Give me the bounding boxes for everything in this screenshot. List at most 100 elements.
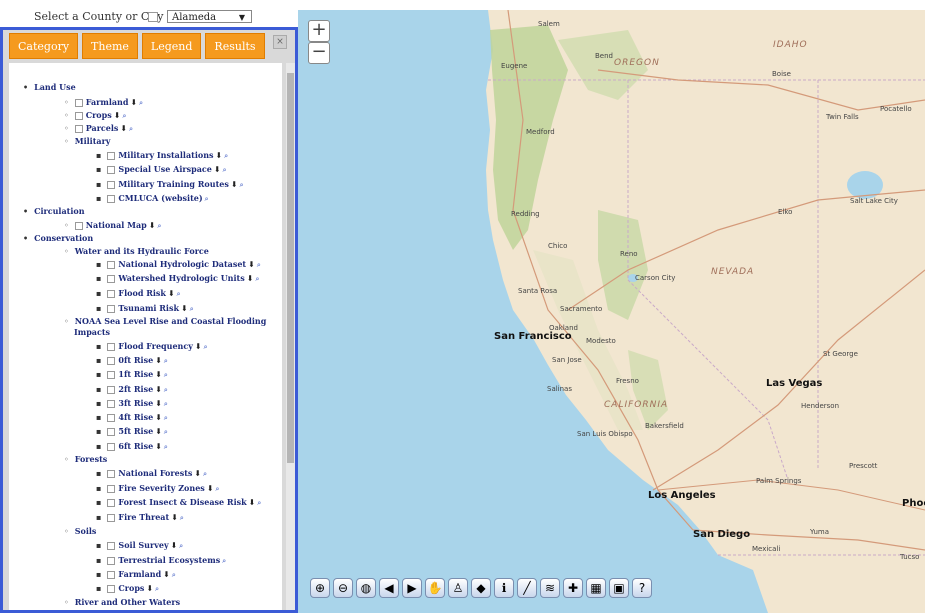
download-icon[interactable]: ⬇ [207, 483, 214, 493]
download-icon[interactable]: ⬇ [168, 288, 175, 298]
zoom-to-layer-icon[interactable]: ⌕ [216, 484, 220, 493]
download-icon[interactable]: ⬇ [248, 259, 255, 269]
download-icon[interactable]: ⬇ [171, 512, 178, 522]
add-icon[interactable]: ✚ [563, 578, 583, 598]
layer-checkbox[interactable] [107, 428, 116, 436]
layer-checkbox[interactable] [74, 125, 83, 133]
layer-checkbox[interactable] [107, 275, 116, 283]
zoom-to-layer-icon[interactable]: ⌕ [224, 151, 228, 160]
layer-item[interactable]: ▪ Flood Risk ⬇ ⌕ [96, 288, 181, 299]
save-icon[interactable]: ▣ [609, 578, 629, 598]
download-icon[interactable]: ⬇ [249, 497, 256, 507]
layer-checkbox[interactable] [107, 499, 116, 507]
layer-checkbox[interactable] [107, 166, 116, 174]
zoom-to-layer-icon[interactable]: ⌕ [190, 304, 194, 313]
layer-item[interactable]: ▪ Flood Frequency ⬇ ⌕ [96, 341, 208, 352]
layer-checkbox[interactable] [107, 485, 116, 493]
download-icon[interactable]: ⬇ [195, 341, 202, 351]
help-icon[interactable]: ? [632, 578, 652, 598]
tab-category[interactable]: Category [9, 33, 79, 59]
layer-item[interactable]: ▪ 5ft Rise ⬇ ⌕ [96, 426, 168, 437]
layer-checkbox[interactable] [107, 557, 116, 565]
zoom-to-layer-icon[interactable]: ⌕ [240, 180, 244, 189]
zoom-to-layer-icon[interactable]: ⌕ [157, 221, 161, 230]
layer-item[interactable]: ▪ Forest Insect & Disease Risk ⬇ ⌕ [96, 497, 261, 508]
layer-checkbox[interactable] [107, 386, 116, 394]
layer-checkbox[interactable] [107, 195, 116, 203]
layer-checkbox[interactable] [107, 290, 116, 298]
zoom-to-layer-icon[interactable]: ⌕ [205, 194, 209, 203]
layer-checkbox[interactable] [107, 514, 116, 522]
tree-scrollbar[interactable] [286, 63, 295, 610]
draw-polygon-icon[interactable]: ◆ [471, 578, 491, 598]
measure-line-icon[interactable]: ╱ [517, 578, 537, 598]
layer-item[interactable]: ▪ Farmland ⬇ ⌕ [96, 569, 176, 580]
download-icon[interactable]: ⬇ [155, 426, 162, 436]
globe-icon[interactable]: ◍ [356, 578, 376, 598]
download-icon[interactable]: ⬇ [181, 303, 188, 313]
zoom-to-layer-icon[interactable]: ⌕ [179, 541, 183, 550]
download-icon[interactable]: ⬇ [155, 369, 162, 379]
download-icon[interactable]: ⬇ [214, 164, 221, 174]
zoom-to-layer-icon[interactable]: ⌕ [257, 260, 261, 269]
download-icon[interactable]: ⬇ [155, 355, 162, 365]
layer-item[interactable]: ◦ Crops ⬇ ⌕ [64, 110, 126, 121]
info-icon[interactable]: ℹ [494, 578, 514, 598]
zoom-to-layer-icon[interactable]: ⌕ [180, 513, 184, 522]
layer-item[interactable]: ▪ 4ft Rise ⬇ ⌕ [96, 412, 168, 423]
download-icon[interactable]: ⬇ [194, 468, 201, 478]
zoom-to-layer-icon[interactable]: ⌕ [155, 584, 159, 593]
layer-checkbox[interactable] [107, 181, 116, 189]
zoom-to-layer-icon[interactable]: ⌕ [164, 385, 168, 394]
layer-checkbox[interactable] [107, 542, 116, 550]
layer-checkbox[interactable] [74, 222, 83, 230]
layer-checkbox[interactable] [107, 305, 116, 313]
grid-icon[interactable]: ▦ [586, 578, 606, 598]
layer-item[interactable]: ◦ Parcels ⬇ ⌕ [64, 123, 133, 134]
zoom-in-icon[interactable]: ⊕ [310, 578, 330, 598]
layer-checkbox[interactable] [107, 371, 116, 379]
layer-checkbox[interactable] [107, 343, 116, 351]
layer-item[interactable]: ▪ National Forests ⬇ ⌕ [96, 468, 207, 479]
layer-item[interactable]: ▪ CMLUCA (website) ⌕ [96, 193, 209, 204]
map-zoom-in-button[interactable]: + [308, 20, 330, 42]
download-icon[interactable]: ⬇ [155, 441, 162, 451]
close-icon[interactable]: × [273, 35, 287, 49]
zoom-to-layer-icon[interactable]: ⌕ [255, 274, 259, 283]
zoom-to-layer-icon[interactable]: ⌕ [172, 570, 176, 579]
zoom-to-layer-icon[interactable]: ⌕ [139, 98, 143, 107]
download-icon[interactable]: ⬇ [155, 384, 162, 394]
layer-item[interactable]: ▪ National Hydrologic Dataset ⬇ ⌕ [96, 259, 261, 270]
map-zoom-out-button[interactable]: − [308, 42, 330, 64]
zoom-to-layer-icon[interactable]: ⌕ [129, 124, 133, 133]
download-icon[interactable]: ⬇ [247, 273, 254, 283]
download-icon[interactable]: ⬇ [231, 179, 238, 189]
layer-item[interactable]: ▪ Military Installations ⬇ ⌕ [96, 150, 228, 161]
layer-item[interactable]: ▪ 2ft Rise ⬇ ⌕ [96, 384, 168, 395]
zoom-to-layer-icon[interactable]: ⌕ [164, 356, 168, 365]
layer-item[interactable]: ▪ Military Training Routes ⬇ ⌕ [96, 179, 244, 190]
layer-item[interactable]: ▪ Watershed Hydrologic Units ⬇ ⌕ [96, 273, 259, 284]
download-icon[interactable]: ⬇ [216, 150, 223, 160]
layer-item[interactable]: ◦ National Map ⬇ ⌕ [64, 220, 161, 231]
zoom-to-layer-icon[interactable]: ⌕ [164, 442, 168, 451]
layer-item[interactable]: ▪ Fire Threat ⬇ ⌕ [96, 512, 184, 523]
zoom-to-layer-icon[interactable]: ⌕ [122, 111, 126, 120]
zoom-to-layer-icon[interactable]: ⌕ [204, 342, 208, 351]
layer-item[interactable]: ▪ Special Use Airspace ⬇ ⌕ [96, 164, 226, 175]
layer-item[interactable]: ▪ 6ft Rise ⬇ ⌕ [96, 441, 168, 452]
layer-checkbox[interactable] [107, 414, 116, 422]
scrollbar-thumb[interactable] [287, 73, 294, 463]
download-icon[interactable]: ⬇ [130, 97, 137, 107]
zoom-to-layer-icon[interactable]: ⌕ [164, 399, 168, 408]
download-icon[interactable]: ⬇ [155, 412, 162, 422]
zoom-to-layer-icon[interactable]: ⌕ [177, 289, 181, 298]
layer-item[interactable]: ▪ 1ft Rise ⬇ ⌕ [96, 369, 168, 380]
layers-icon[interactable]: ≋ [540, 578, 560, 598]
zoom-to-layer-icon[interactable]: ⌕ [203, 469, 207, 478]
layer-checkbox[interactable] [107, 585, 116, 593]
download-icon[interactable]: ⬇ [120, 123, 127, 133]
county-dropdown[interactable]: Alameda ▼ [167, 10, 252, 23]
zoom-to-layer-icon[interactable]: ⌕ [164, 370, 168, 379]
layer-item[interactable]: ▪ Terrestrial Ecosystems ⌕ [96, 555, 226, 566]
